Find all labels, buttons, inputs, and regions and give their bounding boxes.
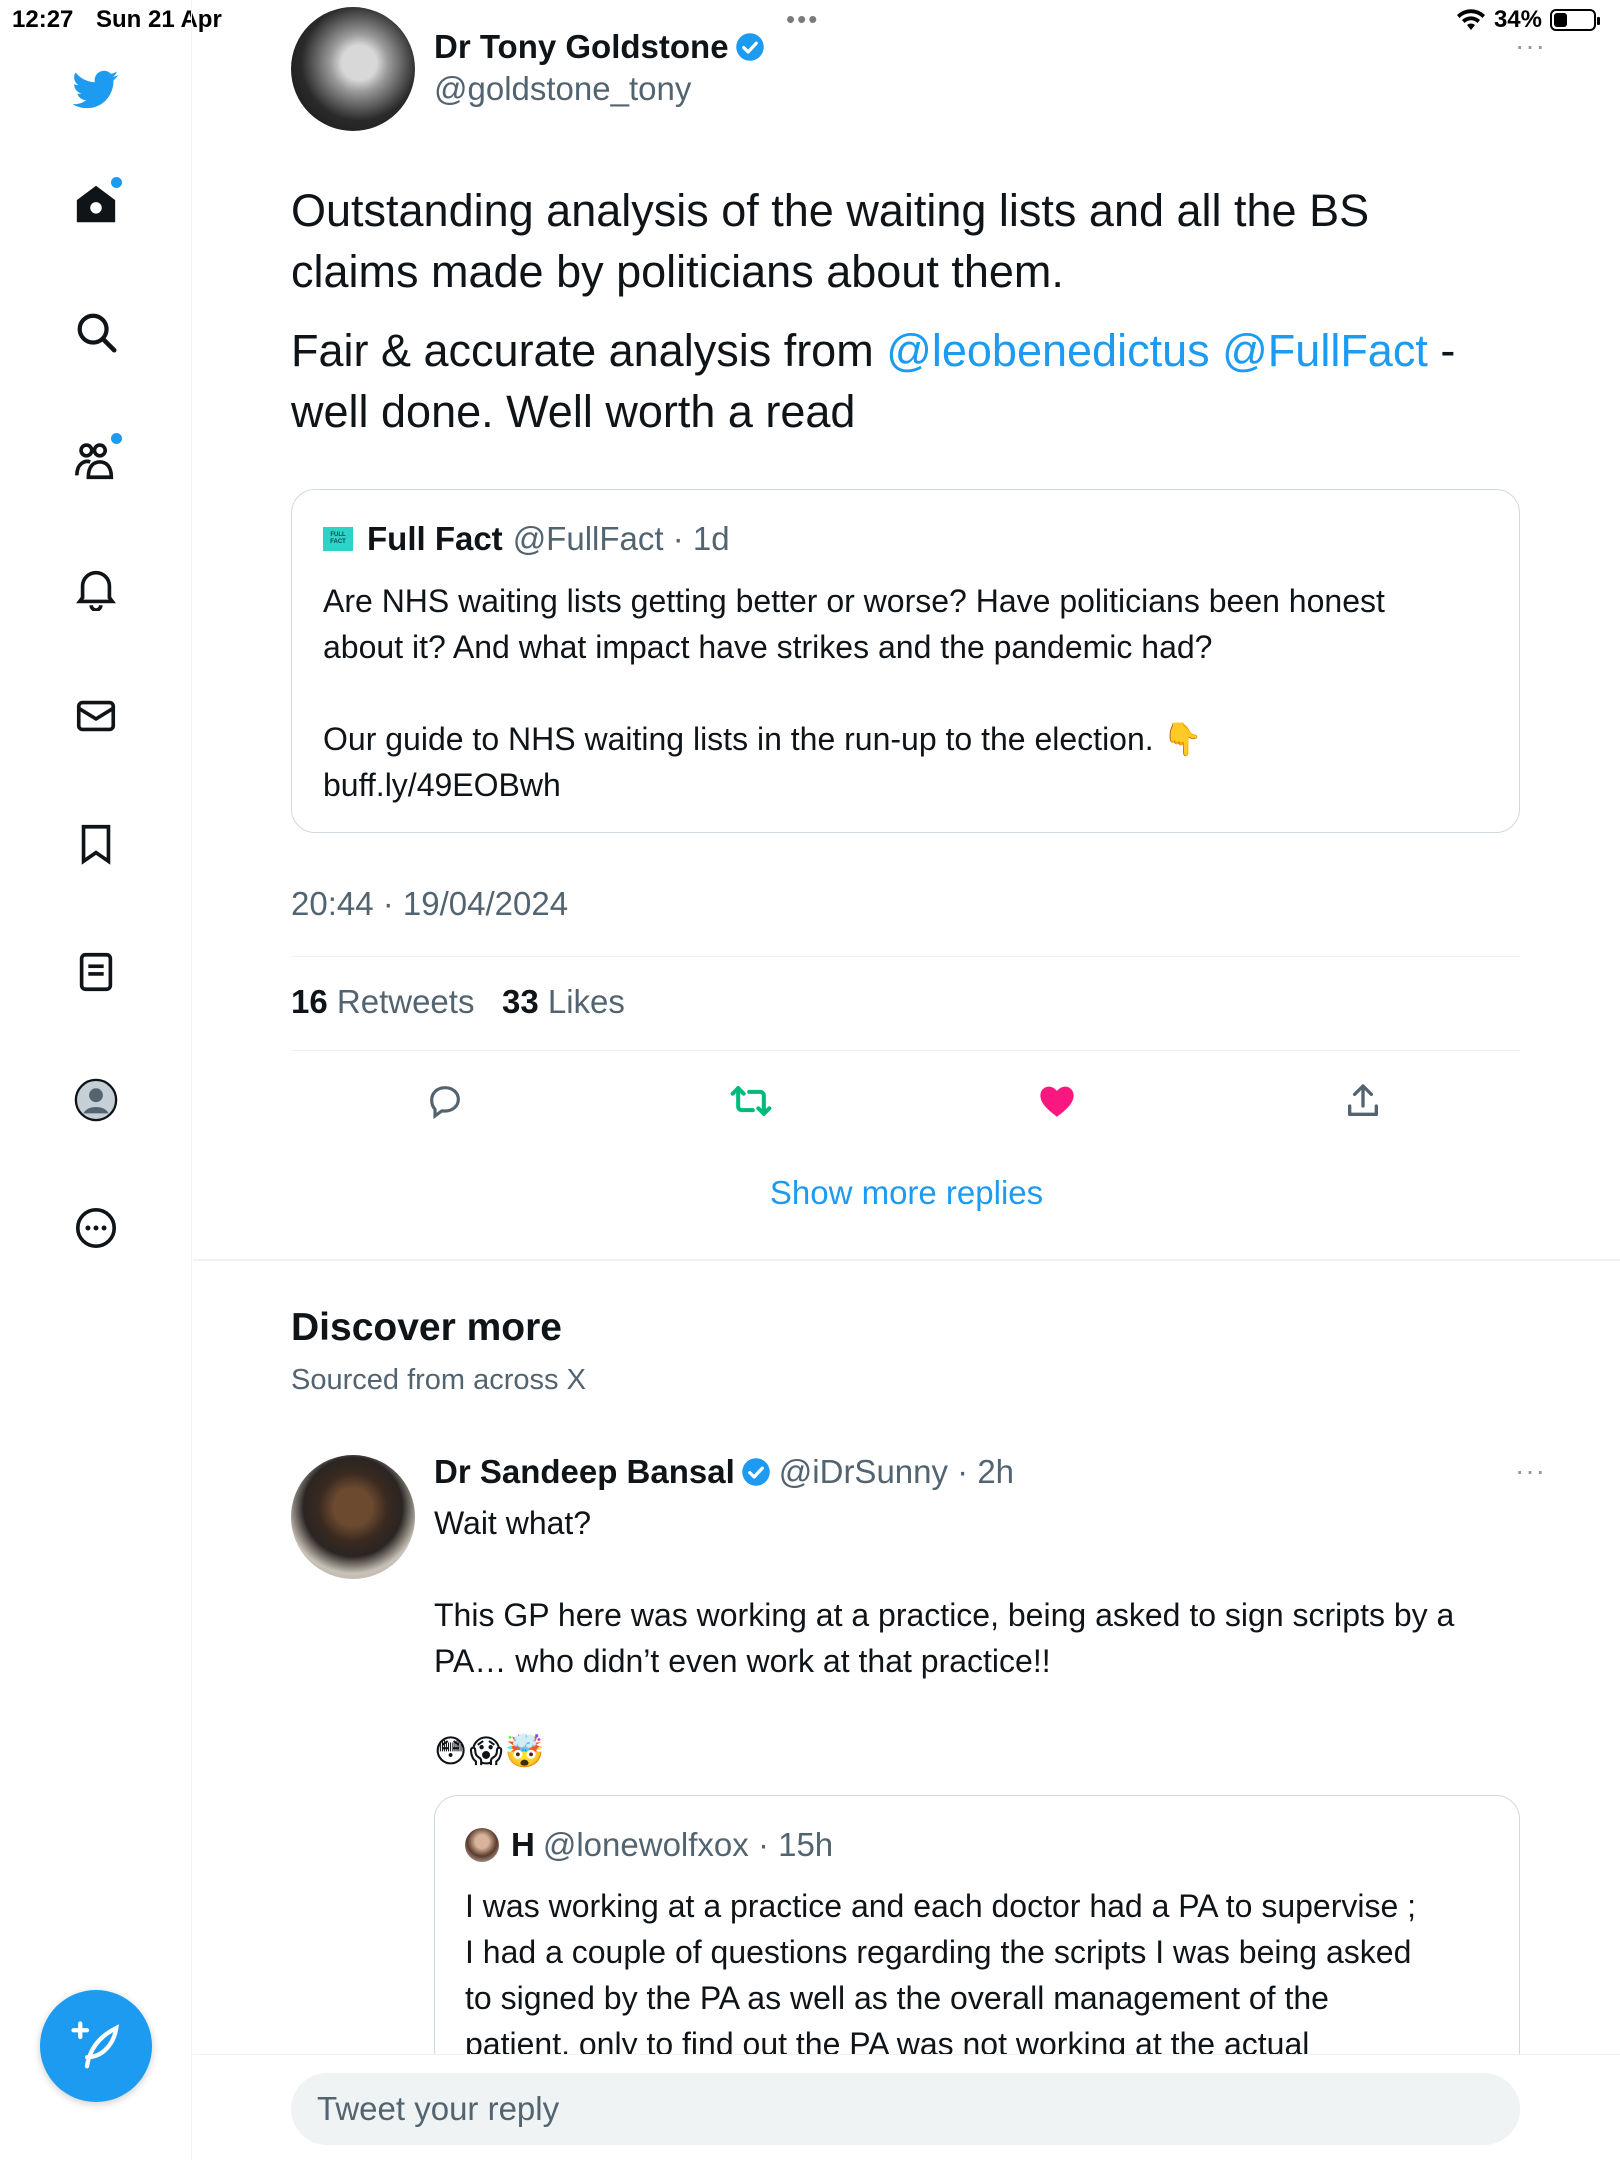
author-handle[interactable]: @goldstone_tony: [434, 70, 691, 108]
tweet2-author-avatar[interactable]: [291, 1455, 415, 1579]
communities-notification-dot: [111, 433, 122, 444]
verified-badge-icon: [735, 33, 764, 61]
tweet2-line: This GP here was working at a practice, …: [434, 1597, 1455, 1633]
tweet-text-line: Outstanding analysis of the waiting list…: [291, 185, 1370, 236]
author-avatar[interactable]: [291, 7, 415, 131]
quote-line: about it? And what impact have strikes a…: [323, 629, 1213, 665]
quote2-header: H @lonewolfxox · 15h: [465, 1826, 833, 1864]
tweet-text-prefix: Fair & accurate analysis from: [291, 325, 887, 376]
list-icon[interactable]: [67, 943, 125, 1001]
tweet2-emojis: 😳😱🤯: [434, 1733, 547, 1769]
tweet2-line: Wait what?: [434, 1505, 592, 1541]
quote-header: FULL FACT Full Fact @FullFact · 1d: [323, 520, 730, 558]
quote2-line: I had a couple of questions regarding th…: [465, 1934, 1412, 1970]
tweet2-body: Wait what? This GP here was working at a…: [434, 1500, 1524, 1684]
communities-icon[interactable]: [67, 431, 125, 489]
tweet-text-line: claims made by politicians about them.: [291, 246, 1064, 297]
reply-input[interactable]: [291, 2073, 1520, 2145]
retweet-icon[interactable]: [725, 1075, 777, 1127]
quote2-line: I was working at a practice and each doc…: [465, 1888, 1417, 1924]
discover-title: Discover more: [291, 1306, 562, 1349]
quote2-body: I was working at a practice and each doc…: [465, 1883, 1495, 2067]
quote-link[interactable]: buff.ly/49EOBwh: [323, 762, 1493, 808]
search-icon[interactable]: [67, 303, 125, 361]
quote-line: Are NHS waiting lists getting better or …: [323, 583, 1385, 619]
tweet-text-para2: Fair & accurate analysis from @leobenedi…: [291, 320, 1511, 442]
home-notification-dot: [111, 177, 122, 188]
author-name[interactable]: Dr Tony Goldstone: [434, 28, 729, 65]
bookmark-icon[interactable]: [67, 815, 125, 873]
tweet2-author-handle[interactable]: @iDrSunny · 2h: [779, 1453, 1014, 1491]
share-icon[interactable]: [1337, 1075, 1389, 1127]
quote-author-handle: @FullFact · 1d: [512, 520, 730, 557]
mail-icon[interactable]: [67, 687, 125, 745]
tweet-text-line: Fair & accurate analysis from @leobenedi…: [291, 320, 1511, 381]
retweets-stat[interactable]: 16 Retweets: [291, 983, 474, 1020]
home-icon[interactable]: [67, 175, 125, 233]
compose-feather-icon: [71, 2021, 119, 2069]
quote-body: Are NHS waiting lists getting better or …: [323, 578, 1493, 808]
tweet-stats: 16 Retweets 33 Likes: [291, 983, 625, 1021]
discover-subtitle: Sourced from across X: [291, 1364, 586, 1396]
verified-badge-icon: [742, 1458, 770, 1486]
main-column: Dr Tony Goldstone @goldstone_tony ··· Ou…: [193, 0, 1620, 2160]
likes-stat[interactable]: 33 Likes: [502, 983, 625, 1020]
quote2-avatar: [465, 1828, 499, 1862]
tweet2-line: PA… who didn’t even work at that practic…: [434, 1643, 1051, 1679]
tweet2-author-row[interactable]: Dr Sandeep Bansal @iDrSunny · 2h: [434, 1453, 1014, 1491]
tweet-timestamp[interactable]: 20:44 · 19/04/2024: [291, 885, 568, 923]
tweet2-author-name[interactable]: Dr Sandeep Bansal: [434, 1453, 735, 1491]
mention-link[interactable]: @FullFact: [1222, 325, 1428, 376]
show-more-replies-button[interactable]: Show more replies: [193, 1174, 1620, 1212]
mention-link[interactable]: @leobenedictus: [886, 325, 1209, 376]
tweet-text-suffix: -: [1427, 325, 1456, 376]
bell-icon[interactable]: [67, 559, 125, 617]
twitter-bird-icon[interactable]: [67, 60, 125, 118]
quote-author-name: Full Fact: [367, 520, 503, 557]
quote-tweet-card[interactable]: FULL FACT Full Fact @FullFact · 1d Are NH…: [291, 489, 1520, 833]
like-icon[interactable]: [1031, 1075, 1083, 1127]
tweet-text-line: well done. Well worth a read: [291, 386, 856, 437]
more-circle-icon[interactable]: [67, 1199, 125, 1257]
quote2-author-handle: @lonewolfxox · 15h: [542, 1826, 834, 1863]
quote2-author-name: H: [511, 1826, 535, 1863]
fullfact-logo-icon: FULL FACT: [323, 527, 353, 551]
section-divider: [193, 1259, 1620, 1261]
tweet2-more-icon[interactable]: ···: [1515, 1455, 1546, 1487]
divider: [291, 956, 1520, 957]
divider: [291, 1050, 1520, 1051]
reply-bar: [193, 2054, 1620, 2160]
quote2-line: to signed by the PA as well as the overa…: [465, 1980, 1329, 2016]
tweet-more-icon[interactable]: ···: [1515, 30, 1546, 62]
profile-icon[interactable]: [67, 1071, 125, 1129]
compose-tweet-button[interactable]: [40, 1990, 152, 2102]
tweet-text-para1: Outstanding analysis of the waiting list…: [291, 180, 1511, 302]
quote-line: Our guide to NHS waiting lists in the ru…: [323, 721, 1203, 757]
sidebar: [0, 0, 192, 2160]
author-name-row[interactable]: Dr Tony Goldstone: [434, 28, 765, 66]
reply-icon[interactable]: [419, 1075, 471, 1127]
